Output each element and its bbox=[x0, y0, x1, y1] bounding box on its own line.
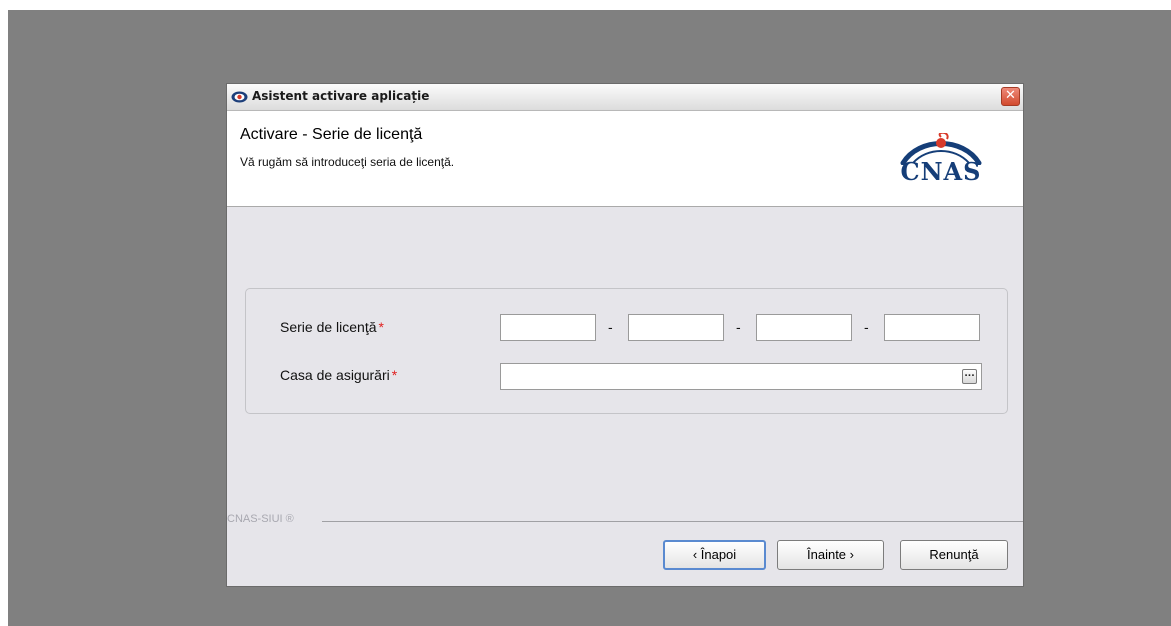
browse-button[interactable]: ... bbox=[962, 369, 977, 384]
serial-label: Serie de licenţă * bbox=[280, 319, 384, 335]
window-title: Asistent activare aplicație bbox=[252, 89, 430, 103]
required-marker: * bbox=[391, 367, 398, 383]
footer-brand: CNAS-SIUI ® bbox=[227, 513, 294, 525]
serial-label-text: Serie de licenţă bbox=[280, 319, 377, 335]
casa-label-text: Casa de asigurări bbox=[280, 367, 390, 383]
page-subtitle: Vă rugăm să introduceţi seria de licenţă… bbox=[240, 155, 455, 169]
close-button[interactable]: ✕ bbox=[1001, 87, 1020, 106]
activation-wizard-window: Asistent activare aplicație ✕ Activare -… bbox=[226, 83, 1024, 587]
casa-asigurari-field[interactable]: ... bbox=[500, 363, 982, 390]
serial-part-3-input[interactable] bbox=[756, 314, 852, 341]
license-form-group: Serie de licenţă * - - - Casa de asigurăr… bbox=[245, 288, 1008, 414]
back-button[interactable]: ‹ Înapoi bbox=[663, 540, 766, 570]
desktop-background: Asistent activare aplicație ✕ Activare -… bbox=[8, 10, 1171, 626]
cnas-logo-text: CNAS bbox=[900, 157, 982, 186]
serial-separator: - bbox=[736, 319, 741, 335]
cnas-logo: CNAS bbox=[891, 131, 991, 193]
page-title: Activare - Serie de licenţă bbox=[240, 126, 423, 143]
wizard-header: Activare - Serie de licenţă Vă rugăm să … bbox=[227, 111, 1023, 207]
serial-separator: - bbox=[864, 319, 869, 335]
window-titlebar[interactable]: Asistent activare aplicație ✕ bbox=[227, 84, 1023, 111]
casa-label: Casa de asigurări * bbox=[280, 367, 397, 383]
serial-part-2-input[interactable] bbox=[628, 314, 724, 341]
cancel-button[interactable]: Renunţă bbox=[900, 540, 1008, 570]
serial-separator: - bbox=[608, 319, 613, 335]
serial-part-1-input[interactable] bbox=[500, 314, 596, 341]
next-button[interactable]: Înainte › bbox=[777, 540, 884, 570]
serial-part-4-input[interactable] bbox=[884, 314, 980, 341]
app-eye-icon bbox=[231, 91, 248, 103]
required-marker: * bbox=[378, 319, 384, 335]
footer-divider bbox=[322, 521, 1023, 522]
